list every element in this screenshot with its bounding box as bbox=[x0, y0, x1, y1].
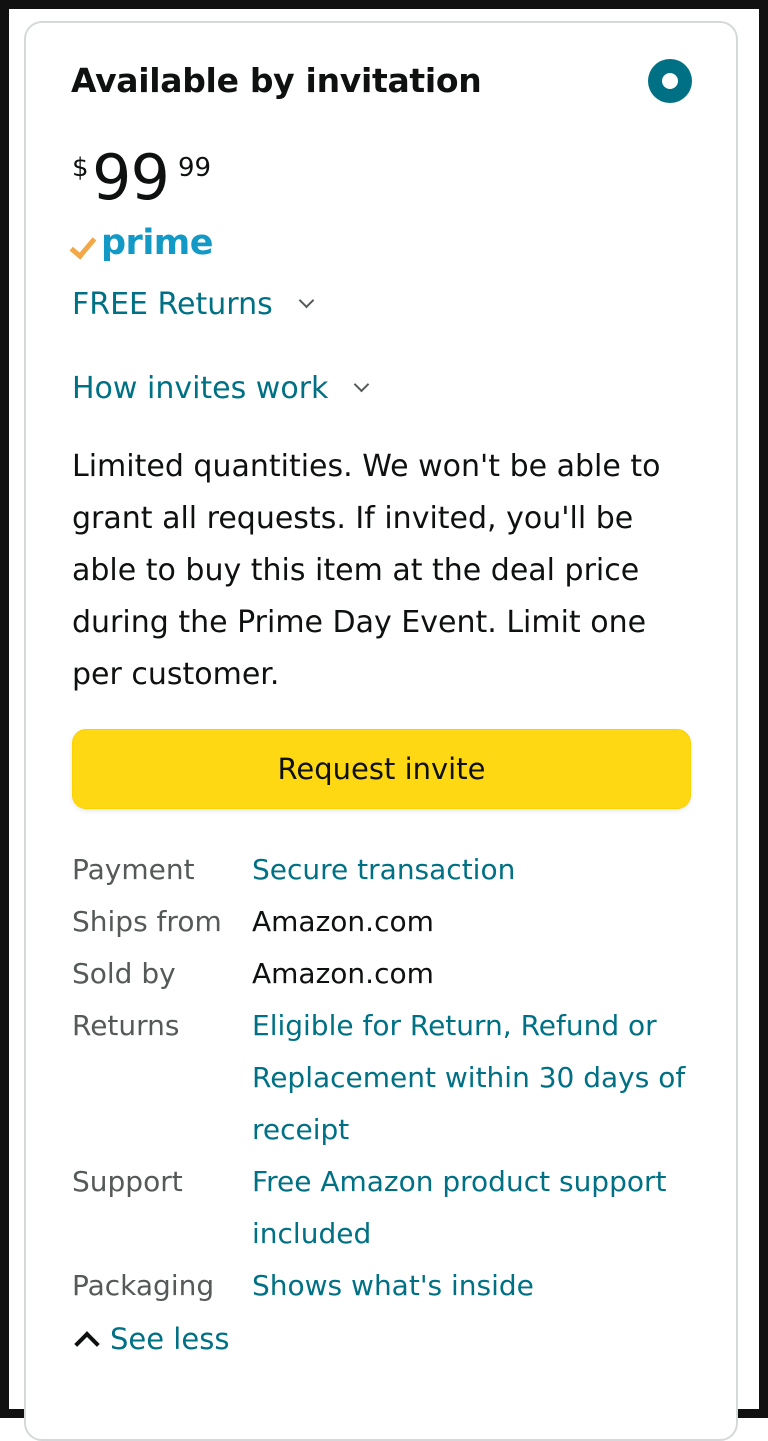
how-invites-label: How invites work bbox=[72, 371, 329, 406]
detail-row-sold-by: Sold by Amazon.com bbox=[72, 948, 712, 1000]
detail-label: Support bbox=[72, 1165, 183, 1198]
detail-value: Amazon.com bbox=[252, 905, 434, 938]
support-link[interactable]: Free Amazon product support included bbox=[252, 1156, 712, 1260]
offer-details: Payment Secure transaction Ships from Am… bbox=[72, 844, 712, 1312]
how-invites-work-link[interactable]: How invites work bbox=[72, 371, 370, 406]
detail-row-packaging: Packaging Shows what's inside bbox=[72, 1260, 712, 1312]
chevron-down-icon bbox=[298, 292, 315, 309]
detail-row-support: Support Free Amazon product support incl… bbox=[72, 1156, 712, 1260]
prime-wordmark: prime bbox=[101, 223, 214, 263]
price-symbol: $ bbox=[72, 153, 89, 183]
detail-label: Payment bbox=[72, 853, 195, 886]
detail-value: Amazon.com bbox=[252, 957, 434, 990]
detail-row-payment: Payment Secure transaction bbox=[72, 844, 712, 896]
see-less-label: See less bbox=[110, 1322, 230, 1356]
detail-row-ships-from: Ships from Amazon.com bbox=[72, 896, 712, 948]
detail-label: Sold by bbox=[72, 957, 176, 990]
detail-row-returns: Returns Eligible for Return, Refund or R… bbox=[72, 1000, 712, 1156]
offer-radio-button[interactable] bbox=[648, 59, 692, 103]
chevron-up-icon bbox=[74, 1331, 100, 1357]
packaging-link[interactable]: Shows what's inside bbox=[252, 1260, 712, 1312]
price-fraction: 99 bbox=[178, 153, 212, 183]
chevron-down-icon bbox=[354, 376, 370, 393]
detail-label: Packaging bbox=[72, 1269, 215, 1302]
price-whole: 99 bbox=[92, 141, 170, 214]
see-less-link[interactable]: See less bbox=[72, 1322, 230, 1357]
returns-policy-link[interactable]: Eligible for Return, Refund or Replaceme… bbox=[252, 1000, 712, 1156]
request-invite-button[interactable]: Request invite bbox=[72, 729, 691, 809]
free-returns-label: FREE Returns bbox=[72, 287, 273, 322]
detail-label: Ships from bbox=[72, 905, 222, 938]
detail-label: Returns bbox=[72, 1009, 180, 1042]
offer-title: Available by invitation bbox=[71, 61, 482, 100]
free-returns-link[interactable]: FREE Returns bbox=[72, 287, 315, 322]
secure-transaction-link[interactable]: Secure transaction bbox=[252, 844, 712, 896]
invite-description: Limited quantities. We won't be able to … bbox=[72, 449, 661, 692]
